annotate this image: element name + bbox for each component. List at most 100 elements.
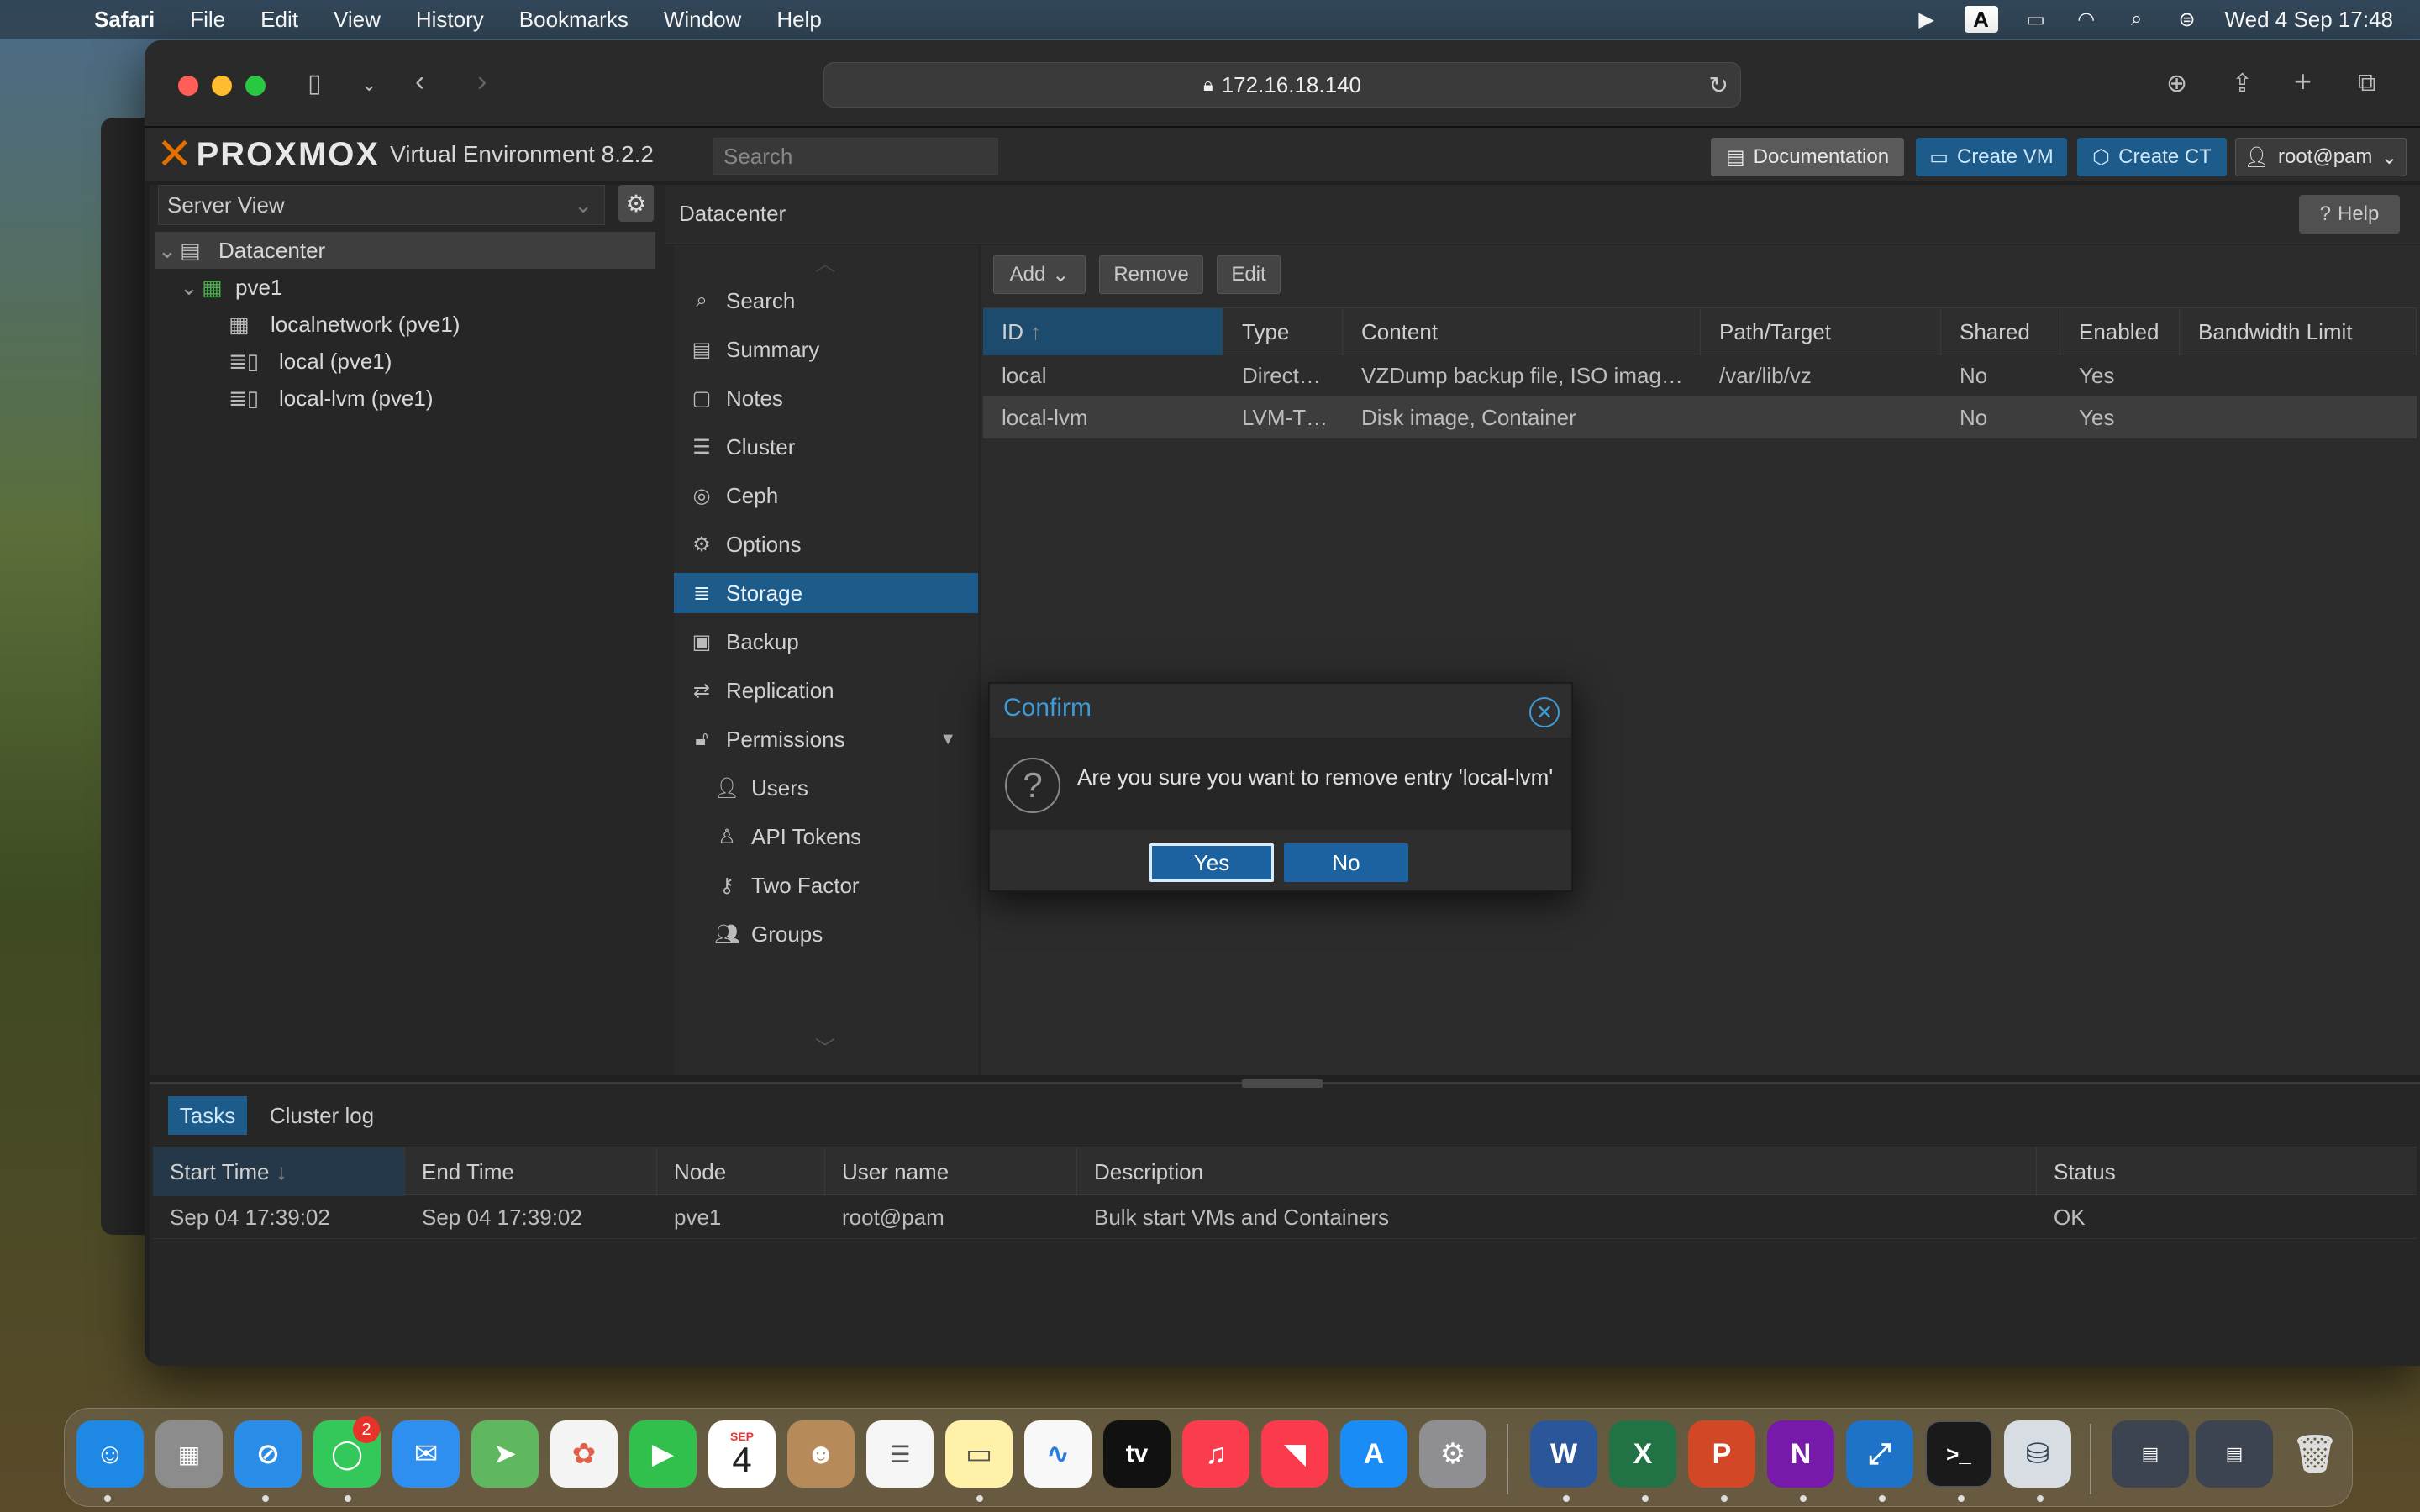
powerpoint-icon[interactable]: P <box>1688 1420 1755 1488</box>
nav-cluster[interactable]: ☰ Cluster <box>674 427 978 467</box>
control-center-icon[interactable]: ⊜ <box>2175 7 2200 32</box>
table-row[interactable]: local Direct… VZDump backup file, ISO im… <box>983 354 2417 396</box>
nav-groups[interactable]: 👥︎ Groups <box>674 914 978 954</box>
wifi-icon[interactable]: ◠ <box>2074 7 2099 32</box>
column-user-name[interactable]: User name <box>825 1147 1077 1196</box>
column-id[interactable]: ID ↑ <box>983 308 1223 355</box>
minimized-window-thumbnail[interactable]: ▤ <box>2112 1420 2189 1488</box>
mail-icon[interactable]: ✉ <box>392 1420 460 1488</box>
menu-file[interactable]: File <box>190 7 225 33</box>
close-window-button[interactable] <box>178 76 198 96</box>
facetime-icon[interactable]: ▶ <box>629 1420 697 1488</box>
contacts-icon[interactable]: ☻ <box>787 1420 855 1488</box>
spotlight-search-icon[interactable]: ⌕ <box>2124 7 2149 32</box>
collapse-arrow-icon[interactable]: ⌄ <box>180 275 202 301</box>
column-bandwidth-limit[interactable]: Bandwidth Limit <box>2180 308 2417 355</box>
remove-button[interactable]: Remove <box>1099 255 1203 294</box>
scroll-up-icon[interactable]: ︿ <box>815 247 835 276</box>
safari-icon[interactable]: ⊘ <box>234 1420 302 1488</box>
nav-options[interactable]: ⚙ Options <box>674 524 978 564</box>
new-tab-icon[interactable]: + <box>2294 64 2312 99</box>
menu-help[interactable]: Help <box>776 7 821 33</box>
server-view-select[interactable]: Server View ⌄ <box>158 185 605 225</box>
nav-permissions[interactable]: 🔓︎ Permissions ▼ <box>674 719 978 759</box>
tree-item-datacenter[interactable]: ⌄ ▤ Datacenter <box>155 232 655 269</box>
panel-resize-handle[interactable] <box>1242 1079 1323 1088</box>
finder-icon[interactable]: ☺ <box>76 1420 144 1488</box>
tab-cluster-log[interactable]: Cluster log <box>259 1096 385 1135</box>
nav-notes[interactable]: ▢ Notes <box>674 378 978 418</box>
reload-icon[interactable]: ↻ <box>1709 71 1728 99</box>
word-icon[interactable]: W <box>1530 1420 1597 1488</box>
zoom-window-button[interactable] <box>245 76 266 96</box>
documentation-button[interactable]: ▤ Documentation <box>1711 138 1904 176</box>
trash-icon[interactable]: 🗑︎ <box>2281 1420 2349 1488</box>
nav-storage[interactable]: ≣ Storage <box>674 573 978 613</box>
column-content[interactable]: Content <box>1343 308 1701 355</box>
calendar-icon[interactable]: SEP 4 <box>708 1420 776 1488</box>
menu-edit[interactable]: Edit <box>260 7 298 33</box>
remote-desktop-icon[interactable]: ⤢ <box>1846 1420 1913 1488</box>
music-icon[interactable]: ♫ <box>1182 1420 1249 1488</box>
create-ct-button[interactable]: ⬡ Create CT <box>2077 138 2227 176</box>
add-button[interactable]: Add ⌄ <box>993 255 1086 294</box>
sidebar-toggle-icon[interactable]: ▯ <box>308 69 322 98</box>
column-type[interactable]: Type <box>1223 308 1343 355</box>
table-row[interactable]: local-lvm LVM-T… Disk image, Container N… <box>983 396 2417 438</box>
terminal-icon[interactable]: >_ <box>1925 1420 1992 1488</box>
notes-icon[interactable]: ▭ <box>945 1420 1013 1488</box>
downloads-icon[interactable]: ⊕ <box>2166 69 2187 98</box>
disk-utility-icon[interactable]: ⛁ <box>2004 1420 2071 1488</box>
menu-bookmarks[interactable]: Bookmarks <box>519 7 629 33</box>
nav-backup[interactable]: ▣ Backup <box>674 622 978 662</box>
app-store-icon[interactable]: A <box>1340 1420 1407 1488</box>
minimize-window-button[interactable] <box>212 76 232 96</box>
nav-replication[interactable]: ⇄ Replication <box>674 670 978 711</box>
tab-overview-icon[interactable]: ⧉ <box>2358 69 2375 97</box>
menu-history[interactable]: History <box>416 7 484 33</box>
column-status[interactable]: Status <box>2037 1147 2417 1196</box>
tab-tasks[interactable]: Tasks <box>168 1096 247 1135</box>
excel-icon[interactable]: X <box>1609 1420 1676 1488</box>
create-vm-button[interactable]: ▭ Create VM <box>1916 138 2067 176</box>
nav-search[interactable]: ⌕ Search <box>674 281 978 321</box>
freeform-icon[interactable]: ∿ <box>1024 1420 1092 1488</box>
close-icon[interactable]: ✕ <box>1529 697 1560 727</box>
launchpad-icon[interactable]: ▦ <box>155 1420 223 1488</box>
nav-users[interactable]: 👤︎ Users <box>674 768 978 808</box>
back-icon[interactable]: ‹ <box>415 66 424 98</box>
column-shared[interactable]: Shared <box>1941 308 2060 355</box>
system-settings-icon[interactable]: ⚙ <box>1419 1420 1486 1488</box>
user-menu-button[interactable]: 👤︎ root@pam ⌄ <box>2235 138 2407 176</box>
reminders-icon[interactable]: ☰ <box>866 1420 934 1488</box>
address-bar[interactable]: 🔒︎ 172.16.18.140 ↻ <box>823 62 1741 108</box>
nav-two-factor[interactable]: ⚷ Two Factor <box>674 865 978 906</box>
input-source-icon[interactable]: A <box>1964 6 1998 33</box>
no-button[interactable]: No <box>1284 843 1408 882</box>
tree-item-pve1[interactable]: ⌄ ▦ pve1 <box>155 269 655 306</box>
menubar-clock[interactable]: Wed 4 Sep 17:48 <box>2225 7 2393 33</box>
column-start-time[interactable]: Start Time ↓ <box>153 1147 405 1196</box>
table-row[interactable]: Sep 04 17:39:02 Sep 04 17:39:02 pve1 roo… <box>153 1195 2417 1239</box>
tree-item-local[interactable]: ≣▯ local (pve1) <box>155 343 655 380</box>
nav-summary[interactable]: ▤ Summary <box>674 329 978 370</box>
menu-view[interactable]: View <box>334 7 381 33</box>
nav-api-tokens[interactable]: ♙ API Tokens <box>674 816 978 857</box>
minimized-window-thumbnail[interactable]: ▤ <box>2196 1420 2273 1488</box>
play-icon[interactable]: ▶ <box>1914 7 1939 32</box>
column-description[interactable]: Description <box>1077 1147 2037 1196</box>
tree-item-localnetwork[interactable]: ▦ localnetwork (pve1) <box>155 306 655 343</box>
tree-settings-gear-icon[interactable]: ⚙ <box>618 185 654 222</box>
nav-ceph[interactable]: ◎ Ceph <box>674 475 978 516</box>
header-search-input[interactable]: Search <box>713 138 998 175</box>
column-enabled[interactable]: Enabled <box>2060 308 2180 355</box>
forward-icon[interactable]: › <box>477 66 487 98</box>
column-path-target[interactable]: Path/Target <box>1701 308 1941 355</box>
column-node[interactable]: Node <box>657 1147 825 1196</box>
chevron-down-icon[interactable]: ⌄ <box>361 74 376 96</box>
collapse-arrow-icon[interactable]: ⌄ <box>158 238 180 264</box>
tree-item-local-lvm[interactable]: ≣▯ local-lvm (pve1) <box>155 380 655 417</box>
news-icon[interactable]: ◥ <box>1261 1420 1328 1488</box>
menu-window[interactable]: Window <box>664 7 741 33</box>
help-button[interactable]: ? Help <box>2299 195 2400 234</box>
